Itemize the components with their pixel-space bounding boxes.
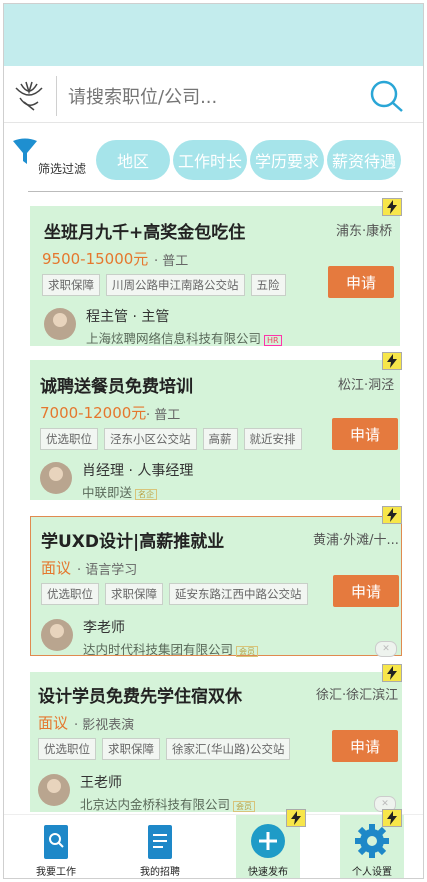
job-tag: 泾东小区公交站 <box>104 428 197 450</box>
job-tag: 就近安排 <box>243 428 302 450</box>
job-tag: 优选职位 <box>38 738 96 760</box>
job-salary: 7000-12000元 <box>40 404 147 422</box>
job-title: 坐班月九千+高奖金包吃住 <box>44 223 246 243</box>
search-input[interactable] <box>66 76 360 118</box>
apply-button[interactable]: 申请 <box>332 418 398 450</box>
job-tags: 优选职位 求职保障 徐家汇(华山路)公交站 <box>38 738 291 760</box>
job-tag: 优选职位 <box>41 583 99 605</box>
search-divider <box>56 76 57 116</box>
job-tags: 优选职位 泾东小区公交站 高薪 就近安排 <box>40 428 302 450</box>
job-title: 诚聘送餐员免费培训 <box>40 377 193 397</box>
company-name-text: 达内时代科技集团有限公司 <box>83 642 234 657</box>
bottom-tab-bar: 我要工作 我的招聘 快速发布 个人设置 <box>4 809 423 878</box>
job-type: · 普工 <box>154 254 189 269</box>
job-location: 浦东·康桥 <box>336 224 393 239</box>
company-name-text: 北京达内金桥科技有限公司 <box>80 797 231 812</box>
job-salary: 面议 <box>38 714 69 732</box>
apply-button[interactable]: 申请 <box>332 730 398 762</box>
tab-label: 我要工作 <box>36 867 76 878</box>
job-tag: 五险 <box>250 274 286 296</box>
filter-bar: 筛选过滤 地区 工作时长 学历要求 薪资待遇 <box>4 134 423 186</box>
job-type: · 普工 <box>146 408 181 423</box>
app-frame: 筛选过滤 地区 工作时长 学历要求 薪资待遇 坐班月九千+高奖金包吃住 浦东·康… <box>3 3 424 879</box>
job-type: · 语言学习 <box>77 563 138 578</box>
close-icon[interactable]: ✕ <box>375 641 397 657</box>
recruiter-name: 程主管 · 主管 <box>86 309 170 325</box>
job-title: 学UXD设计|高薪推就业 <box>41 532 225 552</box>
company-name: 北京达内金桥科技有限公司 会员 <box>80 794 256 813</box>
job-card[interactable]: 坐班月九千+高奖金包吃住 浦东·康桥 9500-15000元 · 普工 求职保障… <box>30 206 400 346</box>
job-tag: 川周公路申江南路公交站 <box>106 274 245 296</box>
company-name: 中联即送 名企 <box>82 482 158 501</box>
plus-circle-icon <box>251 824 285 858</box>
gear-icon <box>355 824 389 858</box>
app-logo-icon <box>15 81 43 111</box>
job-tag: 求职保障 <box>42 274 100 296</box>
recruiter-name: 王老师 <box>80 775 122 791</box>
tab-label: 快速发布 <box>248 867 288 878</box>
avatar <box>40 462 72 494</box>
flash-icon <box>286 809 306 827</box>
search-icon[interactable] <box>368 78 404 114</box>
flash-icon <box>382 664 402 682</box>
avatar <box>44 308 76 340</box>
flash-icon <box>382 198 402 216</box>
job-card[interactable]: 诚聘送餐员免费培训 松江·洞泾 7000-12000元 · 普工 优选职位 泾东… <box>30 360 400 500</box>
flash-icon <box>382 809 402 827</box>
job-salary: 面议 <box>41 559 72 577</box>
job-card[interactable]: 设计学员免费先学住宿双休 徐汇·徐汇滨江 面议 · 影视表演 优选职位 求职保障… <box>30 672 402 812</box>
filter-funnel-icon[interactable] <box>12 138 38 170</box>
famous-company-badge: 名企 <box>135 489 158 500</box>
member-badge: 会员 <box>236 646 259 657</box>
job-location: 松江·洞泾 <box>338 378 395 393</box>
job-tag: 优选职位 <box>40 428 98 450</box>
job-tags: 求职保障 川周公路申江南路公交站 五险 <box>42 274 286 296</box>
job-type: · 影视表演 <box>74 718 135 733</box>
company-name-text: 中联即送 <box>82 485 133 500</box>
search-bar <box>4 70 423 123</box>
flash-icon <box>382 352 402 370</box>
filter-chip-work-hours[interactable]: 工作时长 <box>173 140 247 180</box>
tab-label: 我的招聘 <box>140 867 180 878</box>
job-salary: 9500-15000元 <box>42 250 149 268</box>
filter-chip-education[interactable]: 学历要求 <box>250 140 324 180</box>
apply-button[interactable]: 申请 <box>328 266 394 298</box>
avatar <box>41 619 73 651</box>
status-bar <box>4 4 423 66</box>
filter-label: 筛选过滤 <box>38 162 87 176</box>
job-location: 黄浦·外滩/十... <box>313 533 399 548</box>
job-tag: 高薪 <box>202 428 238 450</box>
job-tag: 求职保障 <box>102 738 160 760</box>
job-location: 徐汇·徐汇滨江 <box>316 688 399 703</box>
filter-chip-salary[interactable]: 薪资待遇 <box>327 140 401 180</box>
apply-button[interactable]: 申请 <box>333 575 399 607</box>
member-badge: 会员 <box>233 801 256 812</box>
filter-chip-region[interactable]: 地区 <box>96 140 170 180</box>
job-tags: 优选职位 求职保障 延安东路江西中路公交站 <box>41 583 308 605</box>
tab-my-recruitment[interactable]: 我的招聘 <box>128 815 192 878</box>
flash-icon <box>382 506 402 524</box>
company-name-text: 上海炫聘网络信息科技有限公司 <box>86 331 262 346</box>
document-icon <box>148 825 172 859</box>
filter-divider <box>28 191 403 192</box>
avatar <box>38 774 70 806</box>
hr-badge: HR <box>264 335 282 346</box>
company-name: 达内时代科技集团有限公司 会员 <box>83 639 259 658</box>
recruiter-name: 肖经理 · 人事经理 <box>82 463 194 479</box>
company-name: 上海炫聘网络信息科技有限公司 HR <box>86 328 282 347</box>
recruiter-name: 李老师 <box>83 620 125 636</box>
tab-label: 个人设置 <box>352 867 392 878</box>
job-title: 设计学员免费先学住宿双休 <box>38 687 242 707</box>
job-tag: 求职保障 <box>105 583 163 605</box>
job-tag: 延安东路江西中路公交站 <box>169 583 308 605</box>
search-document-icon <box>44 825 68 859</box>
job-card-selected[interactable]: 学UXD设计|高薪推就业 黄浦·外滩/十... 面议 · 语言学习 优选职位 求… <box>30 516 402 658</box>
tab-find-work[interactable]: 我要工作 <box>24 815 88 878</box>
job-tag: 徐家汇(华山路)公交站 <box>166 738 291 760</box>
